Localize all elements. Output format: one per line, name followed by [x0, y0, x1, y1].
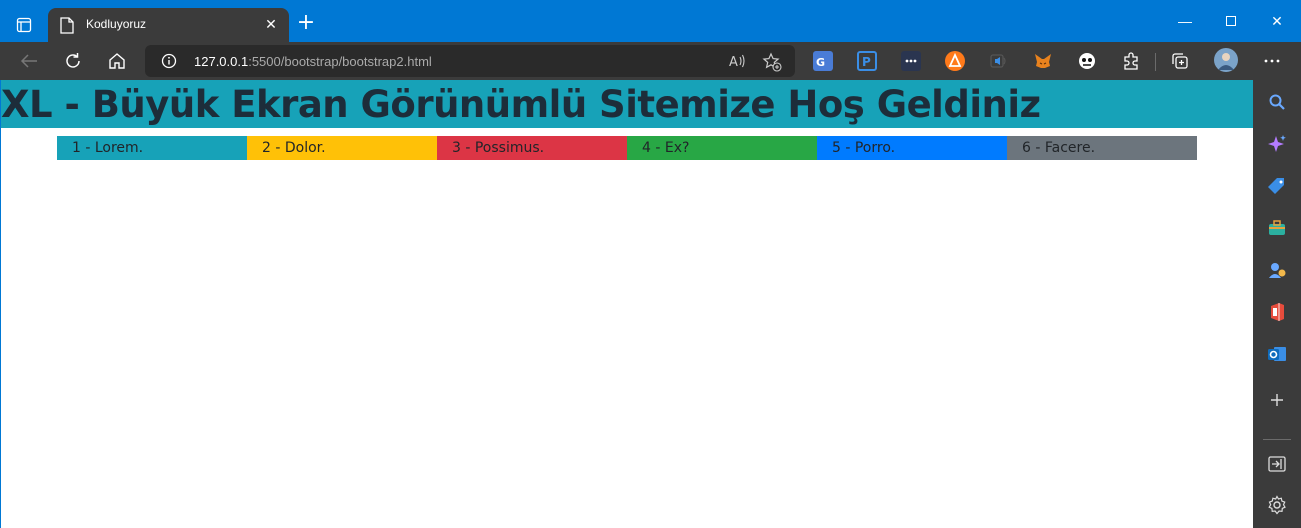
toolbar: 127.0.0.1:5500/bootstrap/bootstrap2.html…: [0, 42, 1301, 80]
office-icon[interactable]: [1265, 300, 1289, 324]
puzzle-extensions-icon[interactable]: [1121, 51, 1141, 71]
toolbar-divider: [1155, 53, 1156, 71]
url-text[interactable]: 127.0.0.1:5500/bootstrap/bootstrap2.html: [194, 54, 432, 69]
tab-active[interactable]: Kodluyoruz ✕: [48, 8, 289, 42]
metamask-fox-icon[interactable]: [1033, 51, 1053, 71]
sidebar-divider: [1263, 439, 1291, 440]
svg-text:P: P: [862, 55, 871, 69]
browser-window: Kodluyoruz ✕ + — ✕ 127.0.0.1:5500/bootst…: [0, 0, 1301, 528]
column-4: 4 - Ex?: [627, 136, 817, 160]
add-favorite-icon[interactable]: [762, 52, 782, 72]
tools-briefcase-icon[interactable]: [1265, 216, 1289, 240]
ghost-extension-icon[interactable]: [1077, 51, 1097, 71]
translate-icon[interactable]: G: [813, 51, 833, 71]
column-6: 6 - Facere.: [1007, 136, 1197, 160]
column-3: 3 - Possimus.: [437, 136, 627, 160]
tab-title: Kodluyoruz: [86, 17, 147, 31]
minimize-icon[interactable]: —: [1170, 10, 1200, 32]
column-2: 2 - Dolor.: [247, 136, 437, 160]
back-icon[interactable]: [17, 49, 41, 73]
dots-extension-icon[interactable]: [901, 51, 921, 71]
color-row: 1 - Lorem. 2 - Dolor. 3 - Possimus. 4 - …: [57, 136, 1197, 160]
read-aloud-icon[interactable]: A: [728, 52, 746, 70]
avast-icon[interactable]: [945, 51, 965, 71]
audio-extension-icon[interactable]: [989, 51, 1009, 71]
tab-actions-icon[interactable]: [10, 12, 38, 38]
tab-strip: Kodluyoruz ✕ + — ✕: [0, 0, 1301, 42]
shopping-tag-icon[interactable]: [1265, 174, 1289, 198]
home-icon[interactable]: [105, 49, 129, 73]
avatar[interactable]: [1214, 48, 1238, 72]
svg-text:G: G: [816, 56, 825, 69]
close-tab-icon[interactable]: ✕: [263, 16, 279, 32]
refresh-icon[interactable]: [61, 49, 85, 73]
address-bar[interactable]: 127.0.0.1:5500/bootstrap/bootstrap2.html…: [145, 45, 795, 77]
hide-sidebar-icon[interactable]: [1265, 452, 1289, 476]
close-window-icon[interactable]: ✕: [1262, 10, 1292, 32]
url-host: 127.0.0.1: [194, 54, 249, 69]
page-icon: [60, 17, 74, 34]
p-extension-icon[interactable]: P: [857, 51, 877, 71]
add-icon[interactable]: [1265, 388, 1289, 412]
svg-text:A: A: [729, 55, 738, 70]
page-viewport: XL - Büyük Ekran Görünümlü Sitemize Hoş …: [1, 80, 1253, 528]
copilot-icon[interactable]: [1265, 132, 1289, 156]
page-heading: XL - Büyük Ekran Görünümlü Sitemize Hoş …: [1, 83, 1041, 126]
games-icon[interactable]: [1265, 258, 1289, 282]
url-path: :5500/bootstrap/bootstrap2.html: [248, 54, 432, 69]
collections-icon[interactable]: [1170, 51, 1190, 71]
edge-sidebar: [1253, 80, 1301, 528]
more-dots-icon[interactable]: [1262, 51, 1282, 71]
hero-banner: XL - Büyük Ekran Görünümlü Sitemize Hoş …: [1, 80, 1253, 128]
outlook-icon[interactable]: [1265, 342, 1289, 366]
column-1: 1 - Lorem.: [57, 136, 247, 160]
maximize-icon[interactable]: [1216, 10, 1246, 32]
column-5: 5 - Porro.: [817, 136, 1007, 160]
search-icon[interactable]: [1265, 90, 1289, 114]
site-info-icon[interactable]: [161, 53, 177, 69]
new-tab-icon[interactable]: +: [296, 12, 316, 34]
settings-icon[interactable]: [1265, 493, 1289, 517]
